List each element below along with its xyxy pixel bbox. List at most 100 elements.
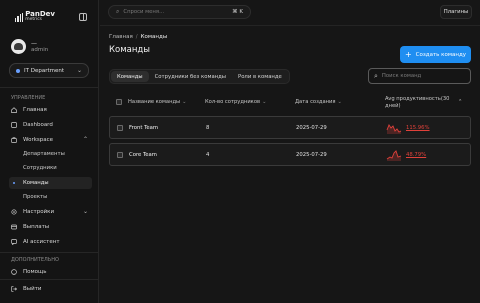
search-icon: ⌕ [374,71,378,80]
nav-employees[interactable]: Сотрудники [9,162,92,174]
divider [0,279,99,280]
team-search-input[interactable]: ⌕ Поиск команд [368,68,471,84]
workspace-icon [11,136,17,143]
sparkline-icon [386,150,402,161]
nav-logout-label: Выйти [23,285,42,292]
row-checkbox[interactable] [117,152,123,158]
search-shortcut: ⌘ K [232,9,243,15]
nav-departments[interactable]: Департаменты [9,148,92,160]
user-profile[interactable]: — admin [11,39,48,54]
sort-arrow-icon: ⌄ [262,99,267,105]
tabs: Команды Сотрудники без команды Роли в ко… [109,69,290,84]
page-title: Команды [109,45,151,55]
column-name-label: Название команды [128,99,181,105]
sidebar: PanDev metrics — admin IT Department ⌄ У… [0,0,99,303]
team-name[interactable]: Core Team [129,152,157,158]
nav-departments-label: Департаменты [23,151,65,157]
global-search[interactable]: ⌕ Спроси меня... ⌘ K [108,5,251,19]
sparkline-icon [386,124,402,134]
org-dot-icon [16,68,20,73]
nav-employees-label: Сотрудники [23,165,57,171]
create-team-label: Создать команду [415,51,467,58]
breadcrumb-home[interactable]: Главная [109,34,133,40]
nav-projects-label: Проекты [23,194,48,200]
table-row[interactable]: Front Team 8 2025-07-29 115.96% [109,116,471,139]
team-count: 4 [206,152,210,158]
settings-icon [11,208,17,215]
org-label: IT Department [24,67,65,74]
nav-projects[interactable]: Проекты [9,191,92,203]
logo[interactable]: PanDev metrics [15,11,55,22]
column-productivity-label: Avg продуктивность(30 дней) [385,96,450,109]
chevron-down-icon: ⌄ [82,208,88,215]
nav-payouts-label: Выплаты [23,223,50,230]
table-header: Название команды ⌄ Кол-во сотрудников ⌄ Да… [109,95,471,109]
sidebar-collapse-icon[interactable] [79,13,87,21]
sort-arrow-icon[interactable]: ⌃ [458,99,462,105]
team-count: 8 [206,125,210,131]
nav-ai-label: AI ассистент [23,238,60,245]
topbar-divider [100,25,480,26]
ai-icon [11,238,17,245]
user-name: — [31,39,37,47]
logout-icon [11,285,17,292]
plus-icon: + [404,49,412,59]
avatar [11,39,26,54]
tab-teams[interactable]: Команды [111,71,149,82]
help-icon [11,268,17,275]
divider [0,252,99,253]
nav-teams[interactable]: Команды [9,177,92,189]
team-productivity[interactable]: 115.96% [386,122,430,134]
nav-ai[interactable]: AI ассистент [9,235,92,248]
tab-team-roles[interactable]: Роли в команде [232,71,288,82]
nav-home[interactable]: Главная [9,103,92,116]
org-selector[interactable]: IT Department ⌄ [9,63,89,78]
chevron-up-icon: ⌃ [82,136,88,143]
productivity-value[interactable]: 115.96% [406,125,430,131]
section-management: УПРАВЛЕНИЕ [11,95,46,101]
nav-help-label: Помощь [23,268,47,275]
column-name[interactable]: Название команды ⌄ [128,99,187,105]
nav-dashboard-label: Dashboard [23,121,53,128]
nav-home-label: Главная [23,106,47,113]
column-count-label: Кол-во сотрудников [205,99,261,105]
column-productivity[interactable]: Avg продуктивность(30 дней) [385,96,461,110]
logo-bars-icon [15,12,24,22]
search-icon: ⌕ [116,8,120,15]
breadcrumb-separator: / [135,34,138,40]
divider [0,87,99,88]
column-created-label: Дата создания [295,99,336,105]
chevron-down-icon: ⌄ [76,67,82,74]
productivity-value[interactable]: 48.79% [406,152,426,158]
team-search-placeholder: Поиск команд [381,73,422,79]
nav-settings-label: Настройки [23,208,55,215]
tab-employees-without-team[interactable]: Сотрудники без команды [149,71,232,82]
nav-settings[interactable]: Настройки ⌄ [9,205,92,218]
section-additional: ДОПОЛНИТЕЛЬНО [11,257,59,263]
team-created: 2025-07-29 [296,152,327,158]
team-name[interactable]: Front Team [129,125,158,131]
column-count[interactable]: Кол-во сотрудников ⌄ [205,99,266,105]
sort-arrow-icon: ⌄ [182,99,187,105]
breadcrumb: Главная / Команды [109,34,167,40]
payouts-icon [11,224,17,229]
dashboard-icon [11,121,17,128]
nav-workspace[interactable]: Workspace ⌃ [9,133,92,146]
nav-logout[interactable]: Выйти [9,282,92,295]
select-all-checkbox[interactable] [116,99,122,105]
nav-help[interactable]: Помощь [9,265,92,278]
table-row[interactable]: Core Team 4 2025-07-29 48.79% [109,143,471,166]
global-search-placeholder: Спроси меня... [123,9,165,15]
nav-dashboard[interactable]: Dashboard [9,118,92,131]
breadcrumb-current: Команды [140,34,168,40]
plugins-button[interactable]: Плагины [440,5,472,19]
user-role: admin [31,46,49,53]
row-checkbox[interactable] [117,125,123,131]
sort-arrow-icon: ⌄ [337,99,342,105]
team-productivity[interactable]: 48.79% [386,149,426,161]
column-created[interactable]: Дата создания ⌄ [295,99,342,105]
team-created: 2025-07-29 [296,125,327,131]
create-team-button[interactable]: + Создать команду [400,46,471,63]
nav-teams-label: Команды [23,180,49,186]
nav-payouts[interactable]: Выплаты [9,220,92,233]
